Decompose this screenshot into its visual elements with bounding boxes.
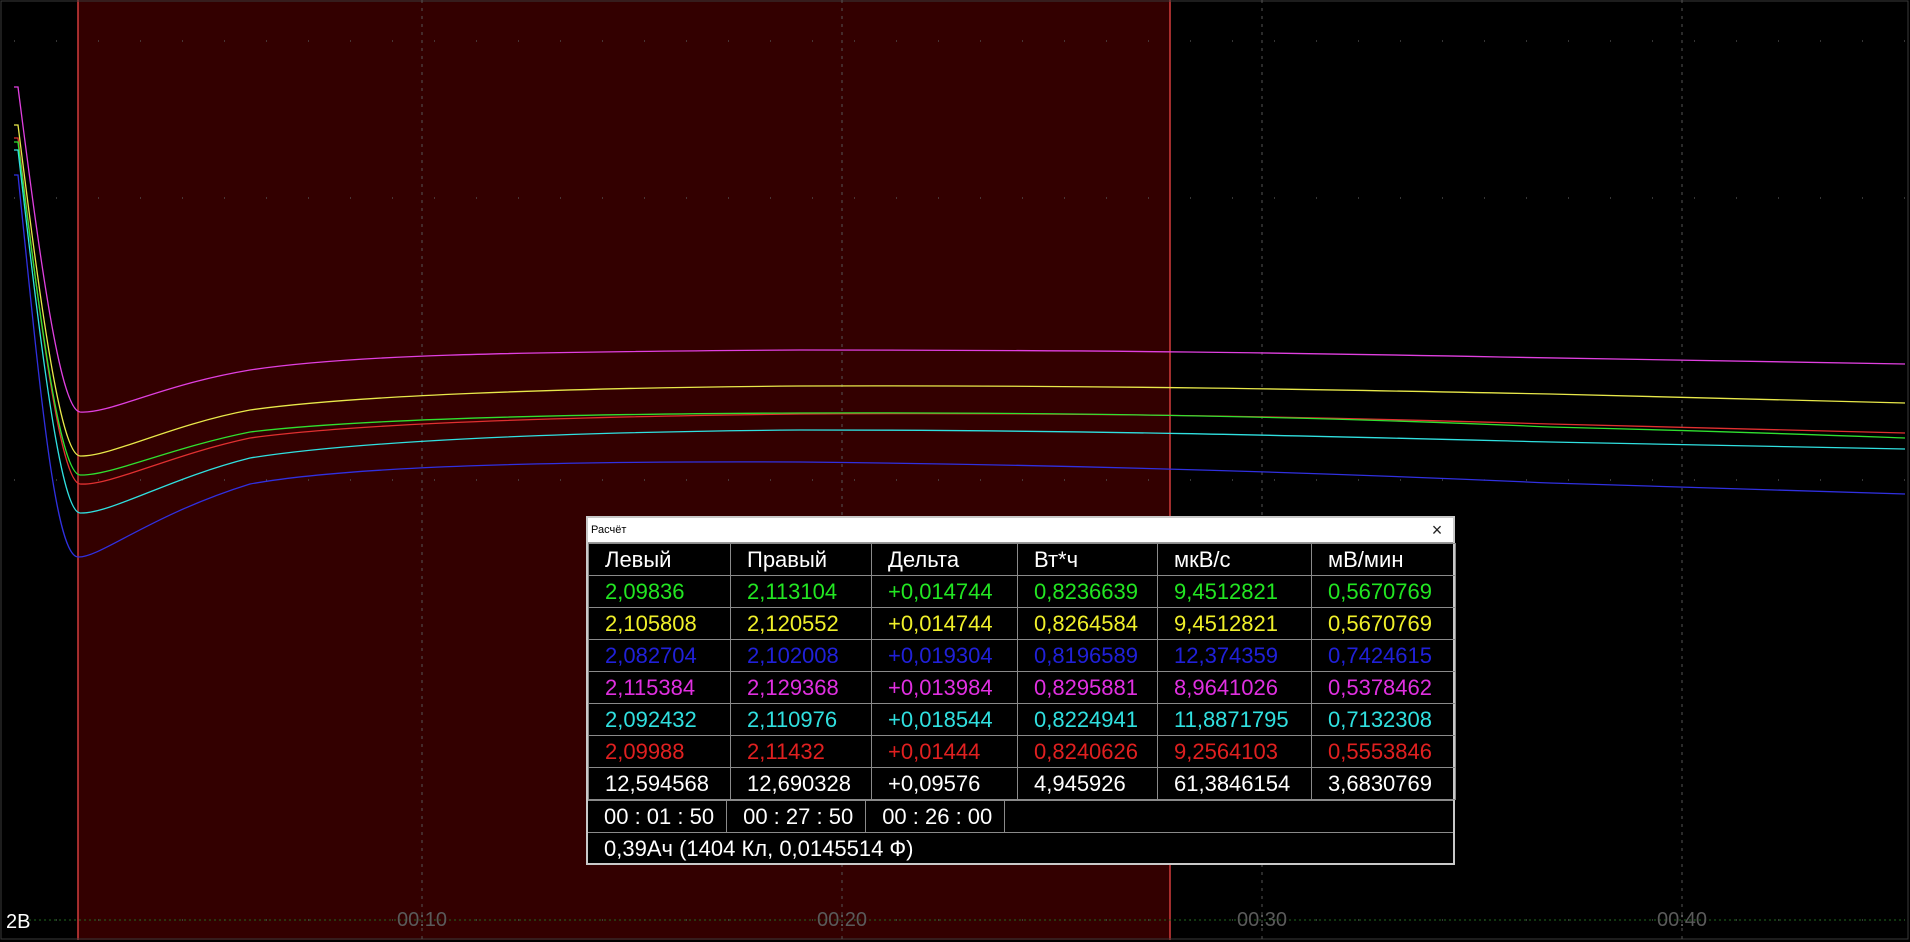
table-cell: 2,105808 <box>588 607 731 640</box>
column-header: Правый <box>730 543 872 576</box>
table-cell: +0,013984 <box>871 671 1018 704</box>
y-axis-label: 2В <box>6 911 30 933</box>
table-cell: +0,01444 <box>871 735 1018 768</box>
left-time: 00 : 01 : 50 <box>588 801 728 832</box>
table-cell: 9,4512821 <box>1157 575 1312 608</box>
table-cell: 12,374359 <box>1157 639 1312 672</box>
table-cell: 2,092432 <box>588 703 731 736</box>
table-cell: 0,7424615 <box>1311 639 1456 672</box>
table-cell: 8,9641026 <box>1157 671 1312 704</box>
table-cell: +0,019304 <box>871 639 1018 672</box>
table-cell: 9,4512821 <box>1157 607 1312 640</box>
table-cell: 0,8264584 <box>1017 607 1158 640</box>
column-header: мВ/мин <box>1311 543 1456 576</box>
results-table: Левый Правый Дельта Вт*ч мкВ/с мВ/мин 2,… <box>588 543 1456 800</box>
x-tick-label: 00:40 <box>1657 909 1707 931</box>
table-cell: 2,115384 <box>588 671 731 704</box>
time-row: 00 : 01 : 50 00 : 27 : 50 00 : 26 : 00 <box>588 800 1453 832</box>
charge-summary: 0,39Ач (1404 Кл, 0,0145514 Ф) <box>588 832 1453 864</box>
x-tick-label: 00:10 <box>397 909 447 931</box>
column-header: Дельта <box>871 543 1018 576</box>
table-cell: 9,2564103 <box>1157 735 1312 768</box>
column-header: Вт*ч <box>1017 543 1158 576</box>
table-cell: 2,102008 <box>730 639 872 672</box>
table-cell: 0,5553846 <box>1311 735 1456 768</box>
table-cell: 2,09988 <box>588 735 731 768</box>
table-cell: 2,082704 <box>588 639 731 672</box>
table-cell: 4,945926 <box>1017 767 1158 800</box>
table-cell: +0,09576 <box>871 767 1018 800</box>
dialog-title: Расчёт <box>591 524 627 536</box>
table-cell: 12,690328 <box>730 767 872 800</box>
table-cell: 0,5670769 <box>1311 607 1456 640</box>
table-cell: +0,018544 <box>871 703 1018 736</box>
table-cell: +0,014744 <box>871 607 1018 640</box>
table-cell: 0,7132308 <box>1311 703 1456 736</box>
table-cell: 0,5378462 <box>1311 671 1456 704</box>
table-cell: 2,11432 <box>730 735 872 768</box>
table-cell: 0,8236639 <box>1017 575 1158 608</box>
table-cell: 12,594568 <box>588 767 731 800</box>
table-row: 2,09988 2,11432 +0,01444 0,8240626 9,2564103… <box>588 735 1456 768</box>
table-header-row: Левый Правый Дельта Вт*ч мкВ/с мВ/мин <box>588 543 1456 576</box>
close-icon[interactable]: × <box>1427 518 1447 542</box>
table-cell: 2,120552 <box>730 607 872 640</box>
dialog-titlebar[interactable]: Расчёт × <box>588 518 1453 543</box>
table-row: 2,09836 2,113104 +0,014744 0,8236639 9,45128… <box>588 575 1456 608</box>
calculation-dialog[interactable]: Расчёт × Левый Правый Дельта Вт*ч мкВ/с … <box>586 516 1456 865</box>
column-header: мкВ/с <box>1157 543 1312 576</box>
table-cell: 2,113104 <box>730 575 872 608</box>
table-cell: 3,6830769 <box>1311 767 1456 800</box>
table-row: 2,082704 2,102008 +0,019304 0,8196589 12,374… <box>588 639 1456 672</box>
table-cell: +0,014744 <box>871 575 1018 608</box>
table-row: 2,115384 2,129368 +0,013984 0,8295881 8,9641… <box>588 671 1456 704</box>
table-row: 2,092432 2,110976 +0,018544 0,8224941 11,887… <box>588 703 1456 736</box>
table-cell: 2,09836 <box>588 575 731 608</box>
table-cell: 2,129368 <box>730 671 872 704</box>
table-cell: 0,8240626 <box>1017 735 1158 768</box>
right-time: 00 : 27 : 50 <box>727 801 867 832</box>
table-cell: 0,8295881 <box>1017 671 1158 704</box>
x-tick-label: 00:30 <box>1237 909 1287 931</box>
table-cell: 0,8224941 <box>1017 703 1158 736</box>
x-tick-label: 00:20 <box>817 909 867 931</box>
table-cell: 0,8196589 <box>1017 639 1158 672</box>
table-cell: 2,110976 <box>730 703 872 736</box>
table-row: 12,594568 12,690328 +0,09576 4,945926 61,384… <box>588 767 1456 800</box>
column-header: Левый <box>588 543 731 576</box>
table-cell: 61,3846154 <box>1157 767 1312 800</box>
table-cell: 11,8871795 <box>1157 703 1312 736</box>
table-row: 2,105808 2,120552 +0,014744 0,8264584 9,4512… <box>588 607 1456 640</box>
table-cell: 0,5670769 <box>1311 575 1456 608</box>
delta-time: 00 : 26 : 00 <box>866 801 1006 832</box>
